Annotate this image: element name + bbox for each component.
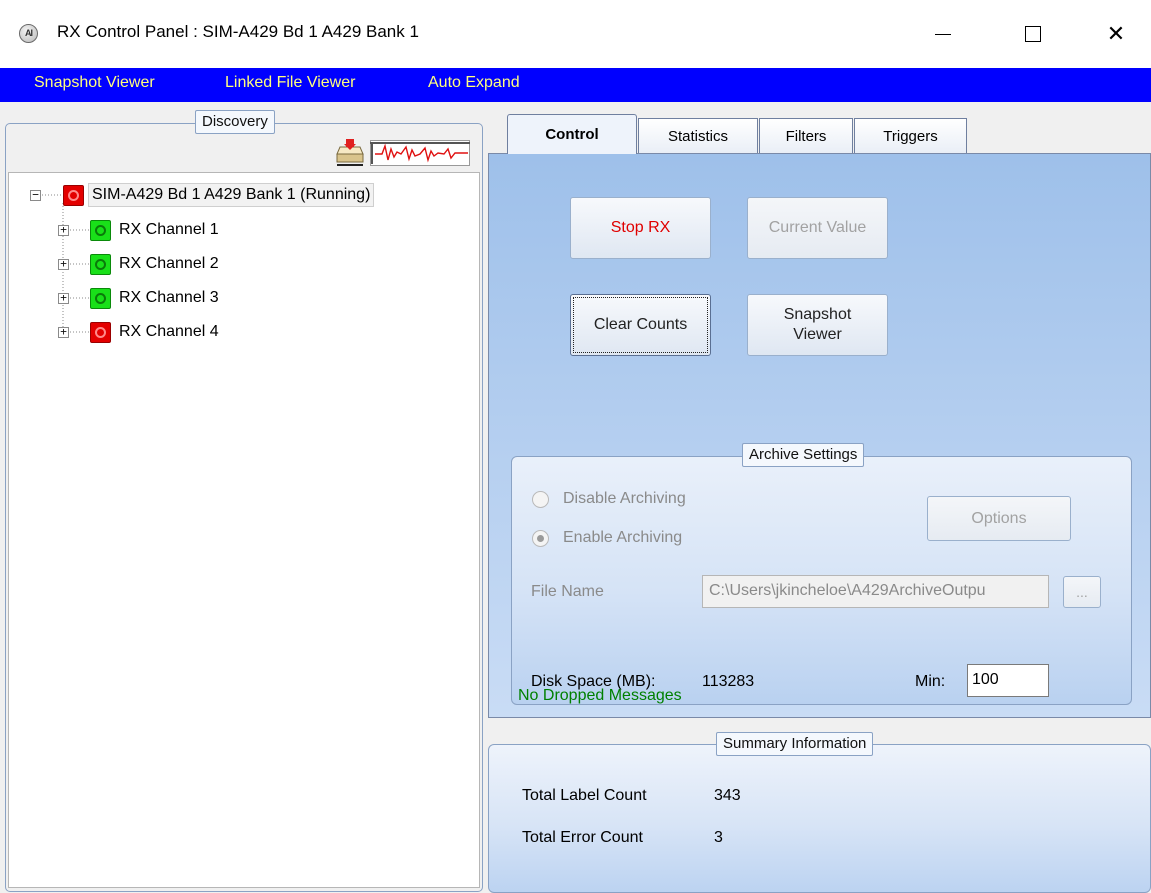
tree-root-label: SIM-A429 Bd 1 A429 Bank 1 (Running) [88, 183, 375, 207]
channel-3-status-green-icon [90, 287, 111, 309]
stop-rx-button[interactable]: Stop RX [570, 197, 711, 259]
minimize-icon [935, 33, 951, 35]
minimize-button[interactable] [918, 14, 968, 54]
file-name-field[interactable]: C:\Users\jkincheloe\A429ArchiveOutpu [702, 575, 1049, 608]
tab-filters[interactable]: Filters [759, 118, 853, 154]
tab-control[interactable]: Control [507, 114, 637, 154]
channel-1-status-green-icon [90, 219, 111, 241]
tree-node-label: RX Channel 2 [119, 255, 219, 272]
total-label-count-label: Total Label Count [522, 787, 647, 804]
total-error-count-value: 3 [714, 829, 723, 846]
maximize-icon [1025, 26, 1041, 42]
tree-node-label: RX Channel 1 [119, 221, 219, 238]
dropped-messages-status: No Dropped Messages [518, 687, 682, 704]
clear-counts-button[interactable]: Clear Counts [570, 294, 711, 356]
root-status-red-icon [63, 184, 84, 206]
tree-node-rx-channel-1[interactable]: + RX Channel 1 [58, 216, 219, 244]
tree-root-node[interactable]: − SIM-A429 Bd 1 A429 Bank 1 (Running) [30, 181, 375, 209]
enable-archiving-radio[interactable]: Enable Archiving [532, 529, 682, 547]
channel-2-status-green-icon [90, 253, 111, 275]
menu-linked-file-viewer[interactable]: Linked File Viewer [225, 74, 355, 92]
options-button[interactable]: Options [927, 496, 1071, 541]
radio-checked-icon [532, 529, 549, 547]
disk-space-value: 113283 [702, 673, 755, 690]
collapse-icon[interactable]: − [30, 189, 41, 201]
min-disk-space-input[interactable]: 100 [967, 664, 1049, 697]
tree-node-rx-channel-3[interactable]: + RX Channel 3 [58, 284, 219, 312]
maximize-button[interactable] [1008, 14, 1058, 54]
total-label-count-value: 343 [714, 787, 741, 804]
enable-archiving-label: Enable Archiving [563, 529, 683, 546]
app-logo-icon: AI [19, 24, 38, 43]
archive-settings-legend: Archive Settings [742, 443, 865, 467]
archive-settings-group: Disable Archiving Enable Archiving Optio… [511, 456, 1132, 705]
tree-node-label: RX Channel 4 [119, 323, 219, 340]
channel-4-status-red-icon [90, 321, 111, 343]
close-icon: ✕ [1106, 21, 1126, 46]
expand-icon[interactable]: + [58, 224, 69, 236]
menu-bar: Snapshot Viewer Linked File Viewer Auto … [0, 68, 1151, 102]
tab-triggers[interactable]: Triggers [854, 118, 967, 154]
discovery-panel: Discovery − SIM-A429 Bd 1 A429 Bank 1 (R… [5, 110, 483, 892]
control-tab-panel: Stop RX Current Value Clear Counts Snaps… [488, 153, 1151, 718]
radio-unchecked-icon [532, 490, 549, 508]
current-value-button[interactable]: Current Value [747, 197, 888, 259]
min-label: Min: [915, 673, 946, 690]
tree-node-label: RX Channel 3 [119, 289, 219, 306]
expand-icon[interactable]: + [58, 292, 69, 304]
browse-button[interactable]: ... [1063, 576, 1101, 608]
tab-statistics[interactable]: Statistics [638, 118, 758, 154]
summary-information-legend: Summary Information [716, 732, 874, 756]
close-button[interactable]: ✕ [1091, 14, 1141, 54]
expand-icon[interactable]: + [58, 258, 69, 270]
waveform-icon[interactable] [370, 140, 470, 166]
summary-information-group: Total Label Count 343 Total Error Count … [488, 744, 1151, 893]
discovery-tree[interactable]: − SIM-A429 Bd 1 A429 Bank 1 (Running) + … [8, 172, 480, 888]
total-error-count-label: Total Error Count [522, 829, 643, 846]
snapshot-viewer-label-line1: Snapshot [783, 306, 852, 323]
expand-icon[interactable]: + [58, 326, 69, 338]
title-bar: AI RX Control Panel : SIM-A429 Bd 1 A429… [0, 0, 1151, 68]
window-title: RX Control Panel : SIM-A429 Bd 1 A429 Ba… [57, 22, 419, 41]
tree-node-rx-channel-2[interactable]: + RX Channel 2 [58, 250, 219, 278]
snapshot-viewer-button[interactable]: Snapshot Viewer [747, 294, 888, 356]
menu-auto-expand[interactable]: Auto Expand [428, 74, 520, 92]
tree-node-rx-channel-4[interactable]: + RX Channel 4 [58, 318, 219, 346]
save-snapshot-icon[interactable] [334, 138, 366, 168]
snapshot-viewer-label-line2: Viewer [793, 326, 842, 343]
disable-archiving-label: Disable Archiving [563, 490, 686, 507]
disable-archiving-radio[interactable]: Disable Archiving [532, 490, 686, 508]
discovery-legend: Discovery [195, 110, 275, 134]
menu-snapshot-viewer[interactable]: Snapshot Viewer [34, 74, 155, 92]
file-name-label: File Name [531, 583, 604, 600]
right-panel: Control Statistics Filters Triggers Stop… [488, 112, 1151, 893]
